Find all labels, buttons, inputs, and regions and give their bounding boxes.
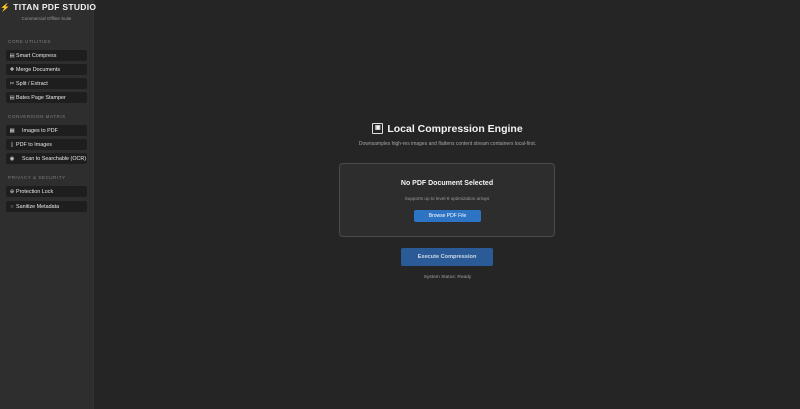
compression-engine-icon: ▣ bbox=[372, 122, 384, 134]
sidebar-item-sanitize-metadata[interactable]: ○ Sanitize Metadata bbox=[6, 201, 87, 212]
section-core-utilities: CORE UTILITIES bbox=[8, 39, 51, 44]
sidebar-item-bates-page-stamper[interactable]: ▤ Bates Page Stamper bbox=[6, 92, 87, 103]
page-title: ▣ Local Compression Engine bbox=[95, 122, 800, 135]
sidebar-item-smart-compress[interactable]: ▤ Smart Compress bbox=[6, 50, 87, 61]
sidebar-item-merge-documents[interactable]: ✚ Merge Documents bbox=[6, 64, 87, 75]
sidebar-item-images-to-pdf[interactable]: ▦ Images to PDF bbox=[6, 125, 87, 136]
sidebar-item-split-extract[interactable]: ✂ Split / Extract bbox=[6, 78, 87, 89]
image-icon: ▦ bbox=[9, 127, 15, 134]
plus-icon: ✚ bbox=[9, 66, 15, 73]
sidebar-item-protection-lock[interactable]: ⊕ Protection Lock bbox=[6, 186, 87, 197]
sidebar-item-label: Split / Extract bbox=[16, 80, 48, 87]
compress-icon: ▤ bbox=[9, 52, 15, 59]
section-privacy-security: PRIVACY & SECURITY bbox=[8, 175, 66, 180]
page-title-text: Local Compression Engine bbox=[387, 123, 523, 135]
stamp-icon: ▤ bbox=[9, 94, 15, 101]
sidebar-item-label: Merge Documents bbox=[16, 66, 61, 73]
execute-compression-button[interactable]: Execute Compression bbox=[401, 248, 493, 266]
dropzone-title: No PDF Document Selected bbox=[400, 180, 494, 187]
sidebar-item-label: Sanitize Metadata bbox=[16, 203, 60, 210]
app-title-text: TITAN PDF STUDIO bbox=[13, 2, 97, 12]
app-title: ⚡ TITAN PDF STUDIO bbox=[0, 2, 97, 12]
brand: ⚡ TITAN PDF STUDIO Commercial Offline Sui… bbox=[0, 0, 97, 21]
lightning-bolt-icon: ⚡ bbox=[0, 3, 11, 12]
sidebar-item-scan-to-searchable[interactable]: ◉ Scan to Searchable (OCR) bbox=[6, 153, 87, 164]
sidebar: ⚡ TITAN PDF STUDIO Commercial Offline Sui… bbox=[0, 0, 97, 409]
document-icon: ▯ bbox=[10, 141, 14, 148]
sidebar-item-label: Protection Lock bbox=[16, 188, 54, 195]
lock-icon: ⊕ bbox=[9, 188, 15, 195]
sidebar-item-label: Bates Page Stamper bbox=[16, 94, 66, 101]
browse-pdf-button[interactable]: Browse PDF File bbox=[414, 210, 481, 222]
sidebar-item-label: PDF to Images bbox=[16, 141, 52, 148]
scissors-icon: ✂ bbox=[9, 80, 15, 87]
sidebar-item-label: Smart Compress bbox=[16, 52, 57, 59]
section-conversion-matrix: CONVERSION MATRIX bbox=[8, 114, 66, 119]
system-status: System Status: Ready bbox=[423, 275, 472, 280]
app-subtitle: Commercial Offline Suite bbox=[21, 16, 72, 21]
sidebar-item-label: Images to PDF bbox=[22, 127, 58, 134]
file-dropzone[interactable]: No PDF Document Selected Supports up to … bbox=[339, 163, 555, 237]
sanitize-icon: ○ bbox=[10, 203, 14, 210]
scan-icon: ◉ bbox=[9, 155, 15, 162]
sidebar-item-label: Scan to Searchable (OCR) bbox=[22, 155, 87, 162]
page-subtitle: Downsamples high-res images and flattens… bbox=[358, 141, 537, 147]
sidebar-item-pdf-to-images[interactable]: ▯ PDF to Images bbox=[6, 139, 87, 150]
dropzone-subtitle: Supports up to level-9 optimization arra… bbox=[404, 196, 490, 201]
main-panel: ▣ Local Compression Engine Downsamples hi… bbox=[95, 0, 800, 409]
